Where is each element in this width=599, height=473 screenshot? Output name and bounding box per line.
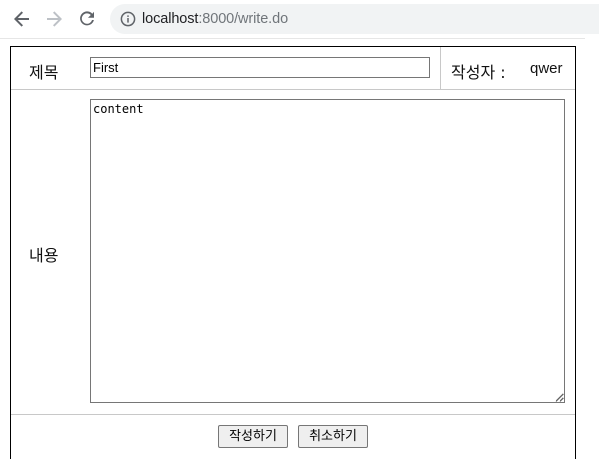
- title-input[interactable]: [90, 57, 430, 78]
- info-icon[interactable]: [120, 11, 136, 27]
- reload-button[interactable]: [77, 9, 97, 29]
- column-divider: [440, 47, 441, 89]
- address-bar[interactable]: localhost:8000/write.do: [110, 4, 599, 34]
- arrow-left-icon: [14, 11, 29, 27]
- title-row: 제목 작성자 : qwer: [11, 47, 575, 90]
- forward-button[interactable]: [44, 9, 64, 29]
- cancel-button[interactable]: 취소하기: [298, 425, 368, 448]
- button-row: 작성하기 취소하기: [11, 415, 575, 459]
- page-right-edge: [585, 38, 599, 473]
- content-row: 내용 content: [11, 90, 575, 415]
- author-label: 작성자 :: [451, 63, 506, 82]
- author-value: qwer: [530, 60, 563, 77]
- arrow-right-icon: [47, 11, 62, 27]
- url-path: :8000/write.do: [198, 11, 289, 27]
- title-label: 제목: [29, 63, 59, 82]
- content-textarea[interactable]: content: [90, 99, 565, 403]
- write-form-table: 제목 작성자 : qwer 내용 content 작성하기 취소하기: [10, 46, 576, 459]
- browser-toolbar: localhost:8000/write.do: [0, 0, 599, 39]
- url-text[interactable]: localhost:8000/write.do: [142, 10, 288, 28]
- submit-button[interactable]: 작성하기: [218, 425, 288, 448]
- back-button[interactable]: [12, 9, 32, 29]
- url-host: localhost: [142, 11, 199, 27]
- reload-icon: [80, 11, 94, 26]
- content-label: 내용: [29, 246, 59, 265]
